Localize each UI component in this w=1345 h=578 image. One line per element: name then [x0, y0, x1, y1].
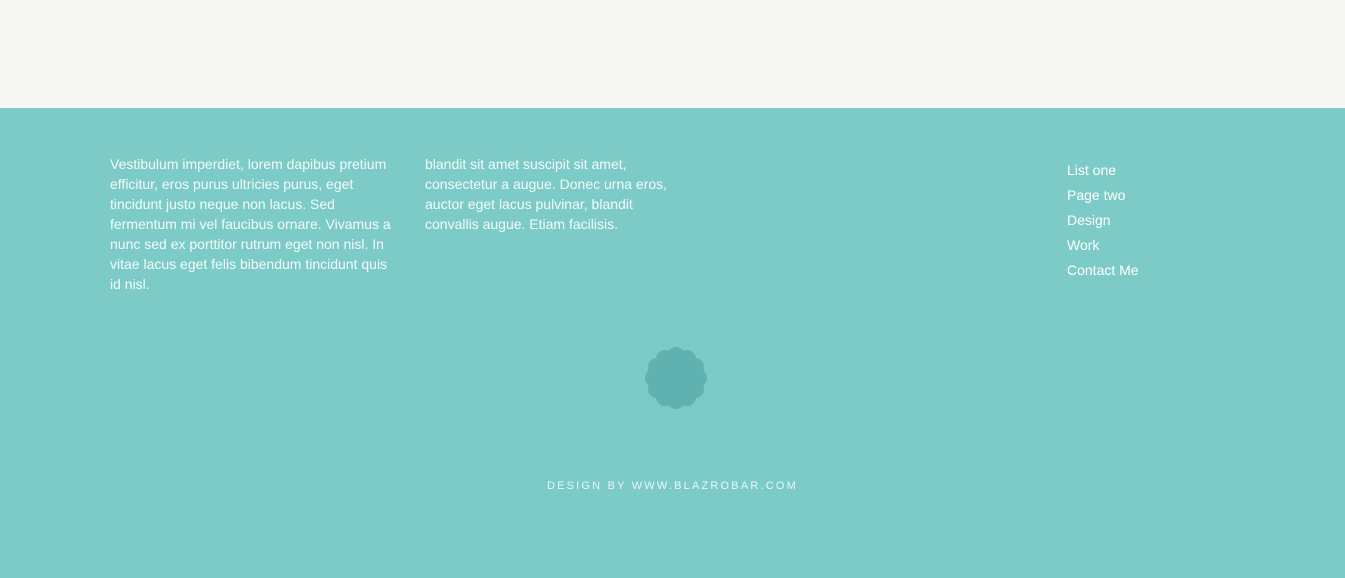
scalloped-badge-icon [632, 334, 720, 422]
footer-paragraph-two: blandit sit amet suscipit sit amet, cons… [425, 156, 668, 232]
badge-lobe [686, 358, 705, 376]
footer-paragraph-one: Vestibulum imperdiet, lorem dapibus pret… [110, 156, 391, 292]
credit-link[interactable]: WWW.BLAZROBAR.COM [632, 480, 798, 492]
top-band [0, 0, 1345, 108]
footer-nav: List one Page two Design Work Contact Me [1067, 158, 1139, 283]
scalloped-badge-svg [636, 338, 716, 418]
credit-prefix: DESIGN BY [546, 480, 632, 492]
page: Vestibulum imperdiet, lorem dapibus pret… [0, 0, 1345, 578]
footer-credit: DESIGN BY WWW.BLAZROBAR.COM [0, 480, 1345, 492]
footer-nav-page-two[interactable]: Page two [1067, 183, 1139, 208]
footer-nav-work[interactable]: Work [1067, 233, 1139, 258]
footer-nav-design[interactable]: Design [1067, 208, 1139, 233]
footer-nav-list-one[interactable]: List one [1067, 158, 1139, 183]
site-footer: Vestibulum imperdiet, lorem dapibus pret… [0, 108, 1345, 578]
footer-nav-contact-me[interactable]: Contact Me [1067, 258, 1139, 283]
